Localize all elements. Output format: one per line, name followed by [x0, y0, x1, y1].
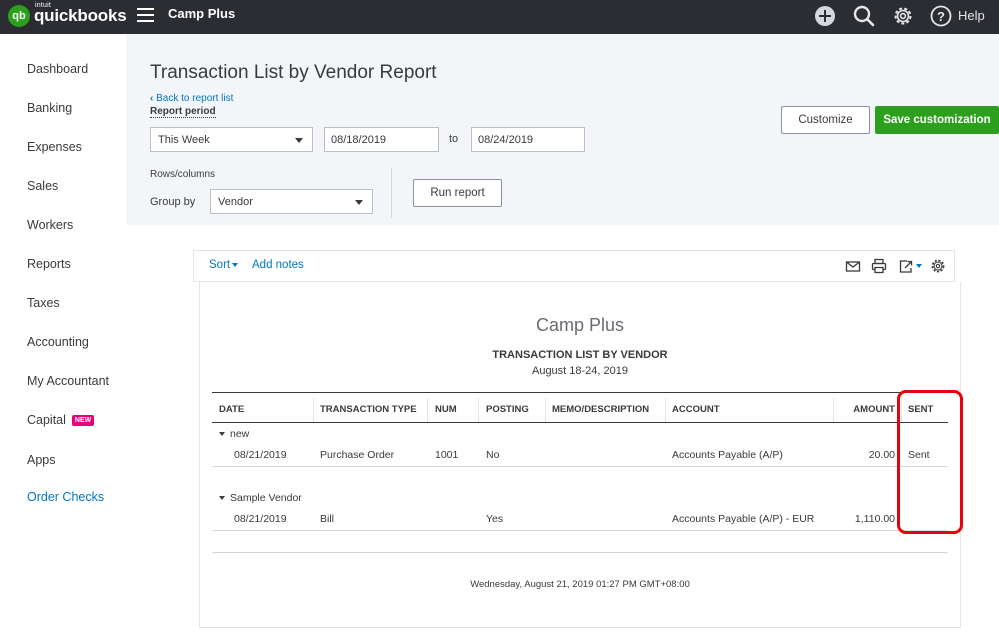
nav-dashboard[interactable]: Dashboard	[27, 62, 88, 76]
company-name: Camp Plus	[168, 6, 236, 21]
hamburger-menu-icon[interactable]	[137, 8, 154, 22]
nav-sales[interactable]: Sales	[27, 179, 58, 193]
col-transaction-type[interactable]: TRANSACTION TYPE	[320, 404, 417, 415]
rows-columns-label: Rows/columns	[150, 169, 216, 180]
cell-posting: Yes	[486, 513, 504, 525]
nav-accounting[interactable]: Accounting	[27, 335, 89, 349]
col-memo-description[interactable]: MEMO/DESCRIPTION	[552, 404, 649, 415]
add-notes-link[interactable]: Add notes	[252, 259, 304, 271]
nav-expenses[interactable]: Expenses	[27, 140, 82, 154]
help-label[interactable]: Help	[958, 8, 985, 23]
new-badge: NEW	[71, 415, 95, 427]
export-icon[interactable]	[898, 258, 924, 274]
svg-text:?: ?	[937, 9, 945, 24]
column-separator	[665, 398, 666, 422]
help-icon[interactable]: ?	[929, 4, 953, 28]
logo-wordmark: intuit quickbooks	[34, 2, 127, 26]
sent-column-highlight	[897, 390, 963, 534]
plus-circle-icon[interactable]	[813, 4, 837, 28]
report-title: TRANSACTION LIST BY VENDOR	[492, 349, 668, 361]
group-by-label: Group by	[150, 196, 196, 208]
nav-workers[interactable]: Workers	[27, 218, 73, 232]
left-navigation: Dashboard Banking Expenses Sales Workers…	[0, 34, 126, 642]
column-separator	[313, 398, 314, 422]
cell-posting: No	[486, 449, 500, 461]
group-by-value: Vendor	[218, 196, 253, 208]
cell-account: Accounts Payable (A/P) - EUR	[672, 513, 815, 525]
nav-banking[interactable]: Banking	[27, 101, 72, 115]
chevron-down-icon	[355, 200, 363, 205]
nav-order-checks[interactable]: Order Checks	[27, 490, 104, 504]
cell-amount: 20.00	[868, 449, 895, 461]
cell-amount: 1,110.00	[854, 513, 895, 525]
quickbooks-logo[interactable]: qb intuit quickbooks	[8, 2, 127, 27]
date-from-input[interactable]: 08/18/2019	[324, 127, 439, 152]
column-separator	[545, 398, 546, 422]
collapse-caret-icon[interactable]	[219, 496, 225, 501]
chevron-down-icon	[232, 262, 239, 267]
row-rule	[212, 530, 948, 531]
cell-account: Accounts Payable (A/P)	[672, 449, 783, 461]
col-posting[interactable]: POSTING	[486, 404, 529, 415]
group-row[interactable]: new	[219, 428, 249, 440]
footer-rule	[212, 552, 948, 553]
customize-button[interactable]: Customize	[781, 106, 870, 134]
col-date[interactable]: DATE	[219, 404, 244, 415]
col-num[interactable]: NUM	[435, 404, 457, 415]
report-period-label: Report period	[150, 106, 216, 118]
header-top-rule	[212, 392, 948, 393]
row-rule	[212, 466, 948, 467]
cell-date: 08/21/2019	[234, 513, 287, 525]
qb-logo-icon: qb	[8, 5, 30, 27]
search-icon[interactable]	[852, 4, 876, 28]
print-icon[interactable]	[871, 258, 887, 274]
nav-apps[interactable]: Apps	[27, 453, 56, 467]
top-bar: qb intuit quickbooks Camp Plus ? Help	[0, 0, 999, 34]
collapse-caret-icon[interactable]	[219, 432, 225, 437]
col-account[interactable]: ACCOUNT	[672, 404, 720, 415]
report-period-value: This Week	[158, 134, 210, 146]
column-separator	[427, 398, 428, 422]
report-period-select[interactable]: This Week	[150, 127, 313, 152]
settings-icon[interactable]	[930, 258, 946, 274]
column-separator	[478, 398, 479, 422]
nav-taxes[interactable]: Taxes	[27, 296, 60, 310]
cell-num: 1001	[435, 449, 459, 461]
column-separator	[833, 398, 834, 422]
page-title: Transaction List by Vendor Report	[150, 62, 437, 83]
group-name: Sample Vendor	[230, 492, 302, 504]
to-label: to	[449, 133, 459, 145]
date-to-input[interactable]: 08/24/2019	[471, 127, 585, 152]
group-by-select[interactable]: Vendor	[210, 189, 373, 214]
cell-date: 08/21/2019	[234, 449, 287, 461]
cell-transaction-type[interactable]: Purchase Order	[320, 449, 394, 461]
back-to-report-list-link[interactable]: ‹ Back to report list	[150, 93, 233, 104]
back-link-label: Back to report list	[156, 93, 234, 104]
header-bottom-rule	[212, 422, 948, 423]
divider	[391, 168, 392, 218]
chevron-left-icon: ‹	[150, 93, 154, 104]
sort-label: Sort	[209, 259, 231, 271]
group-name: new	[230, 428, 250, 440]
report-company-name: Camp Plus	[535, 315, 625, 335]
logo-intuit-text: intuit	[35, 2, 51, 9]
cell-transaction-type[interactable]: Bill	[320, 513, 334, 525]
nav-my-accountant[interactable]: My Accountant	[27, 374, 109, 388]
nav-capital-label: Capital	[27, 413, 66, 427]
gear-icon[interactable]	[891, 4, 915, 28]
group-row[interactable]: Sample Vendor	[219, 492, 302, 504]
save-customization-button[interactable]: Save customization	[875, 106, 999, 134]
sort-dropdown[interactable]: Sort	[209, 259, 239, 271]
report-date-range: August 18-24, 2019	[531, 365, 629, 377]
email-icon[interactable]	[845, 258, 861, 274]
report-footer-timestamp: Wednesday, August 21, 2019 01:27 PM GMT+…	[470, 579, 690, 590]
nav-reports[interactable]: Reports	[27, 257, 71, 271]
nav-capital[interactable]: Capital NEW	[27, 413, 95, 427]
col-amount[interactable]: AMOUNT	[841, 404, 895, 415]
report-toolbar	[193, 250, 955, 282]
run-report-button[interactable]: Run report	[413, 179, 502, 207]
chevron-down-icon	[295, 138, 303, 143]
